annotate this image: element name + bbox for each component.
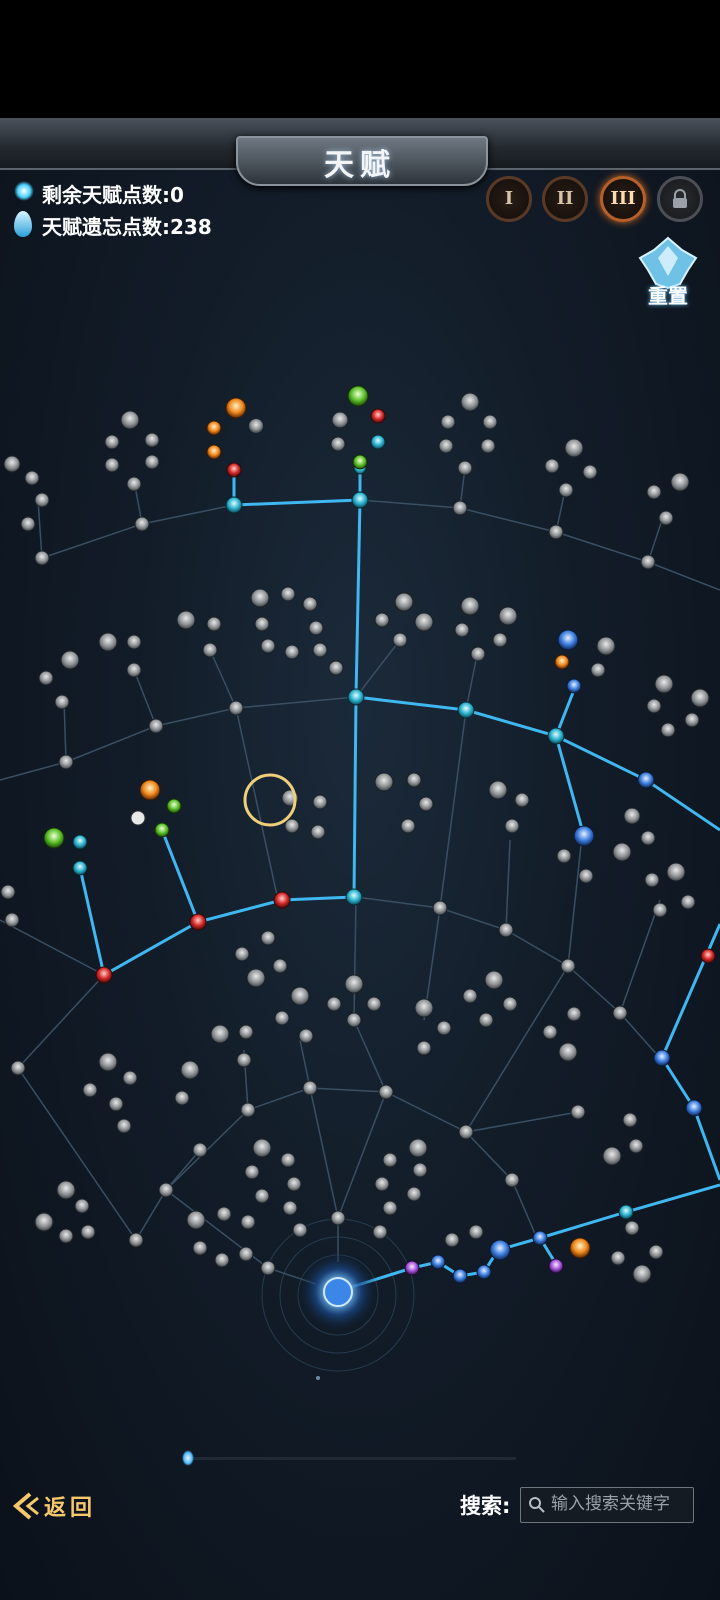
- scroll-dot: [316, 1376, 320, 1380]
- back-arrow-icon: [12, 1492, 39, 1520]
- tier-2-button[interactable]: II: [542, 176, 588, 222]
- forget-points-label: 天赋遗忘点数:238: [42, 215, 212, 239]
- core-node[interactable]: [323, 1277, 353, 1307]
- remaining-points-label: 剩余天赋点数:0: [42, 183, 184, 207]
- page-title: 天赋: [324, 148, 396, 183]
- learned-orange-nodes[interactable]: [139, 397, 591, 1259]
- tier-3-button[interactable]: III: [600, 176, 646, 222]
- learned-green-nodes[interactable]: [43, 385, 369, 849]
- lock-icon: [673, 189, 687, 208]
- white-node[interactable]: [130, 419, 263, 826]
- tier-1-button[interactable]: I: [486, 176, 532, 222]
- talent-tree: [0, 385, 720, 1380]
- search-input[interactable]: [551, 1490, 689, 1518]
- search-icon: [529, 1497, 545, 1513]
- star-crystal-icon: [14, 181, 34, 201]
- search-label: 搜索:: [460, 1494, 511, 1518]
- scroll-track[interactable]: [186, 1457, 516, 1460]
- tier-locked-button[interactable]: [657, 176, 703, 222]
- active-paths: [78, 460, 720, 1292]
- reset-label: 重置: [648, 284, 688, 308]
- scroll-thumb[interactable]: [182, 1450, 194, 1466]
- teardrop-gem-icon: [14, 211, 32, 237]
- back-label: 返回: [44, 1496, 97, 1521]
- search-box[interactable]: [520, 1487, 694, 1523]
